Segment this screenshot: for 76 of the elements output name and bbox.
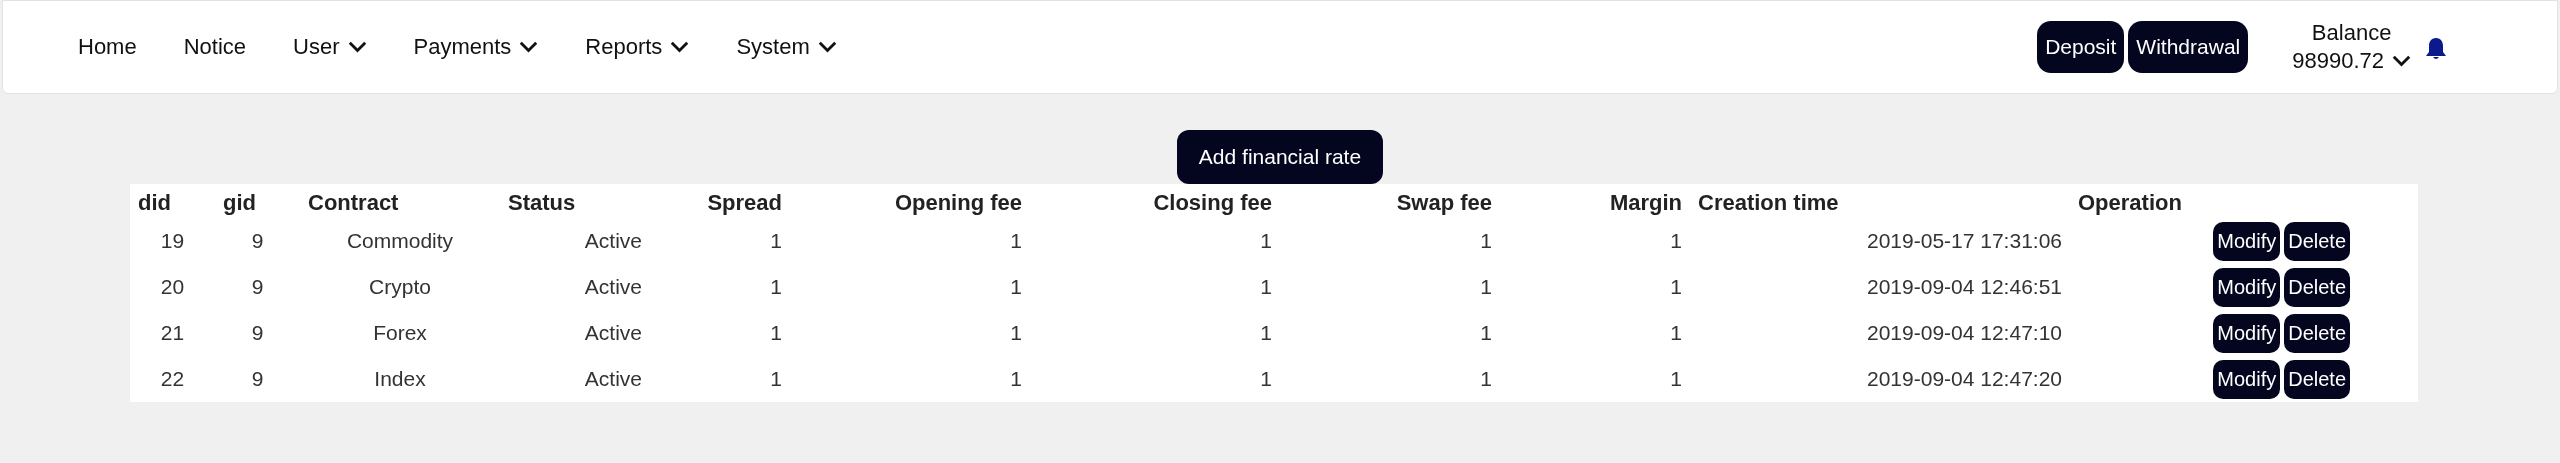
table-cell: 1 — [770, 275, 782, 298]
table-cell: Forex — [373, 321, 427, 344]
chevron-down-icon — [519, 41, 539, 53]
table-cell: 1 — [1480, 275, 1492, 298]
balance-label: Balance — [2311, 19, 2392, 47]
table-cell: 21 — [160, 321, 185, 344]
chevron-down-icon — [670, 41, 690, 53]
table-cell: 1 — [1480, 321, 1492, 344]
nav-menu-item[interactable]: System — [736, 34, 837, 60]
bell-icon[interactable] — [2425, 37, 2447, 61]
table-cell: Active — [584, 275, 642, 298]
table-cell: 1 — [1670, 229, 1682, 252]
table-cell: 1 — [1010, 229, 1022, 252]
column-header: Margin — [1500, 184, 1690, 218]
table-cell: 2019-09-04 12:47:20 — [1867, 367, 2062, 390]
table-cell: Commodity — [346, 229, 454, 252]
table-cell: 22 — [160, 367, 185, 390]
delete-button[interactable]: Delete — [2284, 221, 2350, 261]
delete-button[interactable]: Delete — [2284, 313, 2350, 353]
table-cell: 1 — [1010, 367, 1022, 390]
column-header: Opening fee — [790, 184, 1030, 218]
table-cell: 1 — [1480, 367, 1492, 390]
column-header: Closing fee — [1030, 184, 1280, 218]
table-cell: 1 — [1010, 275, 1022, 298]
table-cell: 1 — [1480, 229, 1492, 252]
column-header: Contract — [300, 184, 500, 218]
table-cell: 1 — [770, 321, 782, 344]
column-header: Swap fee — [1280, 184, 1500, 218]
column-header: Creation time — [1690, 184, 2070, 218]
chevron-down-icon — [2392, 55, 2411, 67]
table-cell: 9 — [251, 367, 264, 390]
nav-menu-item[interactable]: User — [293, 34, 367, 60]
table-cell: 9 — [251, 321, 264, 344]
nav-menu-item[interactable]: Home — [78, 34, 137, 60]
nav-action-button[interactable]: Deposit — [2037, 21, 2125, 73]
table-cell: 2019-09-04 12:46:51 — [1867, 275, 2062, 298]
table-cell: 2019-05-17 17:31:06 — [1867, 229, 2062, 252]
delete-button[interactable]: Delete — [2284, 267, 2350, 307]
table-cell: 1 — [770, 229, 782, 252]
nav-menu-item[interactable]: Payments — [413, 34, 539, 60]
nav-menu-item[interactable]: Notice — [183, 34, 247, 60]
table-cell: 9 — [251, 275, 264, 298]
table-cell: 19 — [160, 229, 185, 252]
column-header: gid — [215, 184, 300, 218]
balance-value: 98990.72 — [2292, 47, 2384, 75]
column-header: Operation — [2070, 184, 2418, 218]
table-cell: 1 — [1260, 275, 1272, 298]
table-cell: 20 — [160, 275, 185, 298]
delete-button[interactable]: Delete — [2284, 359, 2350, 399]
table-cell: Active — [584, 321, 642, 344]
modify-button[interactable]: Modify — [2213, 359, 2281, 399]
table-cell: 1 — [1010, 321, 1022, 344]
table-cell: 1 — [1670, 321, 1682, 344]
column-header: Status — [500, 184, 650, 218]
table-cell: Crypto — [369, 275, 431, 298]
table-cell: Active — [584, 229, 642, 252]
table-cell: 1 — [1260, 229, 1272, 252]
nav-menu-item[interactable]: Reports — [585, 34, 690, 60]
table-cell: 1 — [1260, 367, 1272, 390]
add-financial-rate-button[interactable]: Add financial rate — [1176, 130, 1384, 184]
table-cell: 9 — [251, 229, 264, 252]
column-header: Spread — [650, 184, 790, 218]
table-cell: 1 — [1260, 321, 1272, 344]
table-cell: 1 — [1670, 275, 1682, 298]
table-cell: Index — [374, 367, 426, 390]
table-cell: Active — [584, 367, 642, 390]
table-cell: 1 — [1670, 367, 1682, 390]
nav-action-button[interactable]: Withdrawal — [2128, 21, 2249, 73]
modify-button[interactable]: Modify — [2213, 221, 2281, 261]
modify-button[interactable]: Modify — [2213, 313, 2281, 353]
chevron-down-icon — [817, 41, 837, 53]
chevron-down-icon — [347, 41, 367, 53]
column-header: did — [130, 184, 215, 218]
table-cell: 2019-09-04 12:47:10 — [1867, 321, 2062, 344]
table-cell: 1 — [770, 367, 782, 390]
modify-button[interactable]: Modify — [2213, 267, 2281, 307]
